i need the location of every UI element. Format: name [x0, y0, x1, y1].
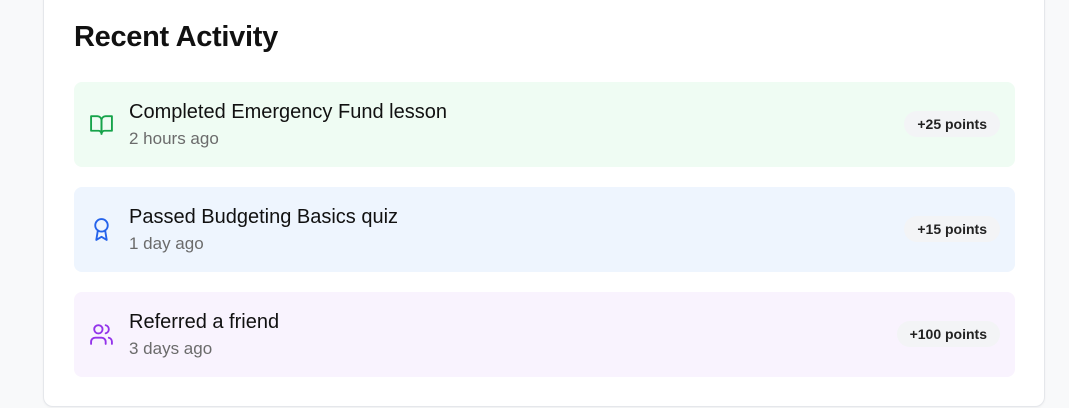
book-open-icon	[89, 112, 114, 137]
points-badge: +25 points	[904, 111, 1000, 137]
activity-title: Passed Budgeting Basics quiz	[129, 206, 399, 228]
award-icon	[89, 217, 114, 242]
activity-title: Completed Emergency Fund lesson	[129, 101, 447, 123]
points-badge: +100 points	[896, 321, 1000, 347]
activity-time: 1 day ago	[129, 234, 204, 253]
users-icon	[89, 322, 114, 347]
points-badge: +15 points	[904, 216, 1000, 242]
activity-time: 2 hours ago	[129, 129, 219, 148]
activity-time: 3 days ago	[129, 339, 213, 358]
activity-item-referral: Referred a friend 3 days ago +100 points	[74, 292, 1015, 377]
activity-item-quiz: Passed Budgeting Basics quiz 1 day ago +…	[74, 187, 1015, 272]
activity-item-lesson: Completed Emergency Fund lesson 2 hours …	[74, 82, 1015, 167]
activity-title: Referred a friend	[129, 311, 280, 333]
section-title: Recent Activity	[74, 21, 278, 53]
